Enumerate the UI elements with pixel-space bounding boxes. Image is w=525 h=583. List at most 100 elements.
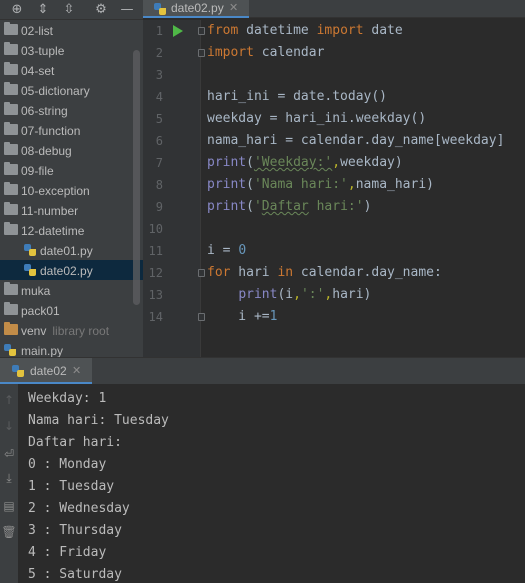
- fold-marker-icon[interactable]: [198, 49, 205, 57]
- tree-item-05-dictionary[interactable]: 05-dictionary: [0, 80, 143, 100]
- code-line-2: import calendar: [207, 45, 325, 60]
- tree-item-main-py[interactable]: main.py: [0, 340, 143, 357]
- tree-item-07-function[interactable]: 07-function: [0, 120, 143, 140]
- tree-item-pack01[interactable]: pack01: [0, 300, 143, 320]
- line-number: 2: [155, 46, 163, 60]
- tree-item-label: 07-function: [21, 124, 81, 138]
- expand-all-icon[interactable]: ⇕: [34, 1, 52, 19]
- tree-item-label: 05-dictionary: [21, 84, 90, 98]
- line-number: 6: [155, 134, 163, 148]
- fold-marker-icon[interactable]: [198, 313, 205, 321]
- folder-icon: [4, 102, 18, 115]
- line-number: 10: [148, 222, 163, 236]
- tree-item-label: muka: [21, 284, 51, 298]
- fold-marker-icon[interactable]: [198, 27, 205, 35]
- project-toolbar: ⊕ ⇕ ⇳ ⚙ —: [0, 0, 143, 20]
- code-line-6: nama_hari = calendar.day_name[weekday]: [207, 133, 505, 148]
- code-line-4: hari_ini = date.today(): [207, 89, 388, 104]
- minimize-icon[interactable]: —: [118, 1, 136, 19]
- collapse-all-icon[interactable]: ⇳: [60, 1, 78, 19]
- project-tree: 02-list 03-tuple 04-set 05-dictionary 06…: [0, 20, 143, 357]
- line-number: 7: [155, 156, 163, 170]
- folder-icon: [4, 42, 18, 55]
- code-line-8: print('Nama hari:',nama_hari): [207, 177, 434, 192]
- scroll-to-end-icon[interactable]: ⤓: [0, 470, 18, 486]
- tree-item-label: 11-number: [21, 204, 79, 218]
- folder-icon: [4, 202, 18, 215]
- code-line-14: i +=1: [207, 309, 278, 324]
- code-editor[interactable]: date02.py ✕ 1 2 3 4 5 6 7 8 9 10 11 12 1…: [143, 0, 525, 357]
- line-number: 8: [155, 178, 163, 192]
- console-line: 2 : Wednesday: [28, 501, 130, 516]
- tree-item-muka[interactable]: muka: [0, 280, 143, 300]
- editor-tabbar: date02.py ✕: [143, 0, 525, 18]
- folder-icon: [4, 62, 18, 75]
- trash-icon[interactable]: 🗑: [0, 524, 18, 540]
- code-line-11: i = 0: [207, 243, 247, 258]
- code-line-9: print('Daftar hari:'): [207, 199, 372, 214]
- tree-item-09-file[interactable]: 09-file: [0, 160, 143, 180]
- run-arrow-icon[interactable]: [173, 25, 183, 37]
- tree-item-label: pack01: [21, 304, 60, 318]
- tree-item-10-exception[interactable]: 10-exception: [0, 180, 143, 200]
- tree-item-04-set[interactable]: 04-set: [0, 60, 143, 80]
- soft-wrap-icon[interactable]: ⏎: [0, 446, 18, 462]
- tree-item-12-datetime[interactable]: 12-datetime: [0, 220, 143, 240]
- tree-item-06-string[interactable]: 06-string: [0, 100, 143, 120]
- tree-item-label: 12-datetime: [21, 224, 85, 238]
- tree-item-label: 09-file: [21, 164, 54, 178]
- folder-icon: [4, 122, 18, 135]
- python-file-icon: [24, 244, 36, 256]
- project-scrollbar[interactable]: [133, 50, 140, 305]
- code-line-5: weekday = hari_ini.weekday(): [207, 111, 427, 126]
- code-line-1: from datetime import date: [207, 23, 403, 38]
- line-number: 13: [148, 288, 163, 302]
- line-number: 14: [148, 310, 163, 324]
- tree-item-02-list[interactable]: 02-list: [0, 20, 143, 40]
- tab-label: date02.py: [171, 1, 224, 15]
- code-line-13: print(i,':',hari): [238, 287, 372, 302]
- folder-icon: [4, 142, 18, 155]
- tree-item-label: main.py: [21, 344, 64, 357]
- line-number: 9: [155, 200, 163, 214]
- tree-item-label: date02.py: [40, 264, 93, 278]
- folder-icon: [4, 302, 18, 315]
- print-icon[interactable]: ▤: [0, 498, 18, 514]
- python-file-icon: [24, 264, 36, 276]
- console-line: 5 : Saturday: [28, 567, 122, 582]
- tab-run-date02[interactable]: date02 ✕: [0, 358, 92, 384]
- tree-item-date01-py[interactable]: date01.py: [0, 240, 143, 260]
- tree-item-label: 08-debug: [21, 144, 72, 158]
- tree-item-label-group: venv library root: [21, 324, 109, 338]
- run-tab-label: date02: [30, 364, 67, 378]
- tree-item-venv[interactable]: venv library root: [0, 320, 143, 340]
- console-line: Daftar hari:: [28, 435, 122, 450]
- gear-icon[interactable]: ⚙: [92, 1, 110, 19]
- python-file-icon: [154, 3, 166, 15]
- tree-item-label: 06-string: [21, 104, 68, 118]
- editor-gutter: 1 2 3 4 5 6 7 8 9 10 11 12 13 14: [143, 20, 201, 357]
- console-line: 3 : Thursday: [28, 523, 122, 538]
- fold-marker-icon[interactable]: [198, 269, 205, 277]
- line-number: 1: [155, 24, 163, 38]
- library-root-note: library root: [52, 324, 110, 338]
- tree-item-03-tuple[interactable]: 03-tuple: [0, 40, 143, 60]
- folder-icon: [4, 82, 18, 95]
- tree-item-label: venv: [21, 324, 47, 338]
- tree-item-label: 10-exception: [21, 184, 90, 198]
- close-icon[interactable]: ✕: [72, 363, 81, 379]
- target-icon[interactable]: ⊕: [8, 1, 26, 19]
- console-line: 1 : Tuesday: [28, 479, 115, 494]
- tree-item-date02-py[interactable]: date02.py: [0, 260, 143, 280]
- scroll-up-icon[interactable]: ↑: [0, 392, 18, 408]
- python-file-icon: [4, 344, 16, 356]
- line-number: 3: [155, 68, 163, 82]
- tree-item-label: 03-tuple: [21, 44, 65, 58]
- line-number: 12: [148, 266, 163, 280]
- tree-item-11-number[interactable]: 11-number: [0, 200, 143, 220]
- line-number: 11: [148, 244, 163, 258]
- tree-item-08-debug[interactable]: 08-debug: [0, 140, 143, 160]
- scroll-down-icon[interactable]: ↓: [0, 418, 18, 434]
- close-icon[interactable]: ✕: [229, 0, 238, 16]
- tab-date02-py[interactable]: date02.py ✕: [143, 0, 249, 18]
